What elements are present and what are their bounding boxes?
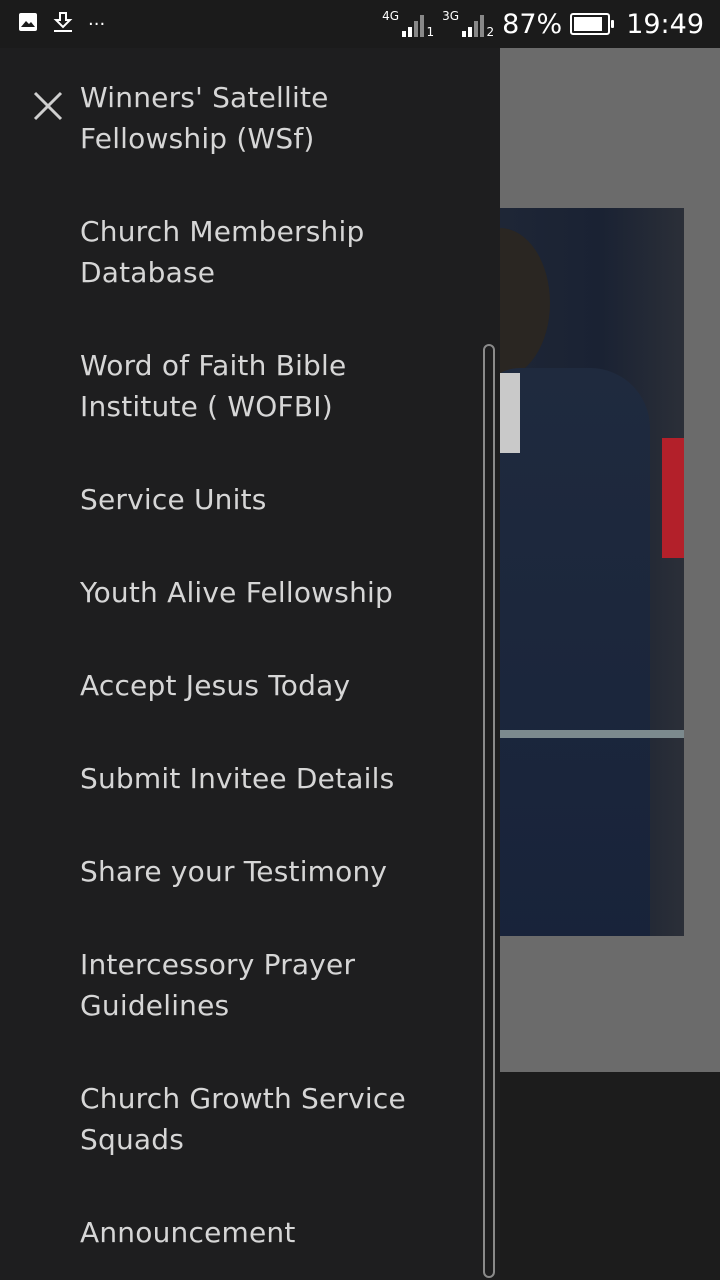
download-icon — [52, 11, 74, 37]
menu-item-wofbi[interactable]: Word of Faith Bible Institute ( WOFBI) — [80, 345, 460, 427]
page-footer — [500, 1072, 720, 1280]
hero-photo — [500, 208, 684, 936]
menu-item-membership-database[interactable]: Church Membership Database — [80, 211, 460, 293]
status-bar: ··· 4G 1 3G 2 87% 19:49 — [0, 0, 720, 48]
notification-icons: ··· — [18, 0, 105, 48]
battery-percent: 87% — [502, 8, 563, 40]
menu-item-invitee-details[interactable]: Submit Invitee Details — [80, 758, 460, 799]
signal-icon: 3G 2 — [442, 9, 494, 39]
menu-item-testimony[interactable]: Share your Testimony — [80, 851, 460, 892]
signal-icon: 4G 1 — [382, 9, 434, 39]
menu-item-prayer-guidelines[interactable]: Intercessory Prayer Guidelines — [80, 944, 460, 1026]
network-type-1: 4G — [382, 9, 400, 23]
sim-slot-2: 2 — [486, 25, 495, 39]
menu-item-growth-squads[interactable]: Church Growth Service Squads — [80, 1078, 460, 1160]
image-icon — [18, 12, 38, 36]
menu-item-accept-jesus[interactable]: Accept Jesus Today — [80, 665, 460, 706]
sim-slot-1: 1 — [426, 25, 435, 39]
system-status: 4G 1 3G 2 87% 19:49 — [382, 0, 704, 48]
photo-background-screen — [662, 438, 684, 558]
battery-level — [574, 17, 603, 31]
network-type-2: 3G — [442, 9, 460, 23]
menu-item-wsf[interactable]: Winners' Satellite Fellowship (WSf) — [80, 77, 460, 159]
clock: 19:49 — [626, 8, 704, 40]
photo-rail — [500, 730, 684, 738]
menu-item-service-units[interactable]: Service Units — [80, 479, 460, 520]
battery-icon — [570, 13, 615, 35]
menu-item-announcement[interactable]: Announcement — [80, 1212, 460, 1253]
photo-person — [500, 228, 660, 936]
more-notifications-icon: ··· — [88, 13, 106, 35]
menu-item-youth-alive[interactable]: Youth Alive Fellowship — [80, 572, 460, 613]
navigation-drawer: Winners' Satellite Fellowship (WSf) Chur… — [0, 48, 500, 1280]
drawer-scrollbar[interactable] — [483, 344, 495, 1278]
close-button[interactable] — [26, 84, 70, 128]
close-icon[interactable] — [33, 91, 63, 121]
